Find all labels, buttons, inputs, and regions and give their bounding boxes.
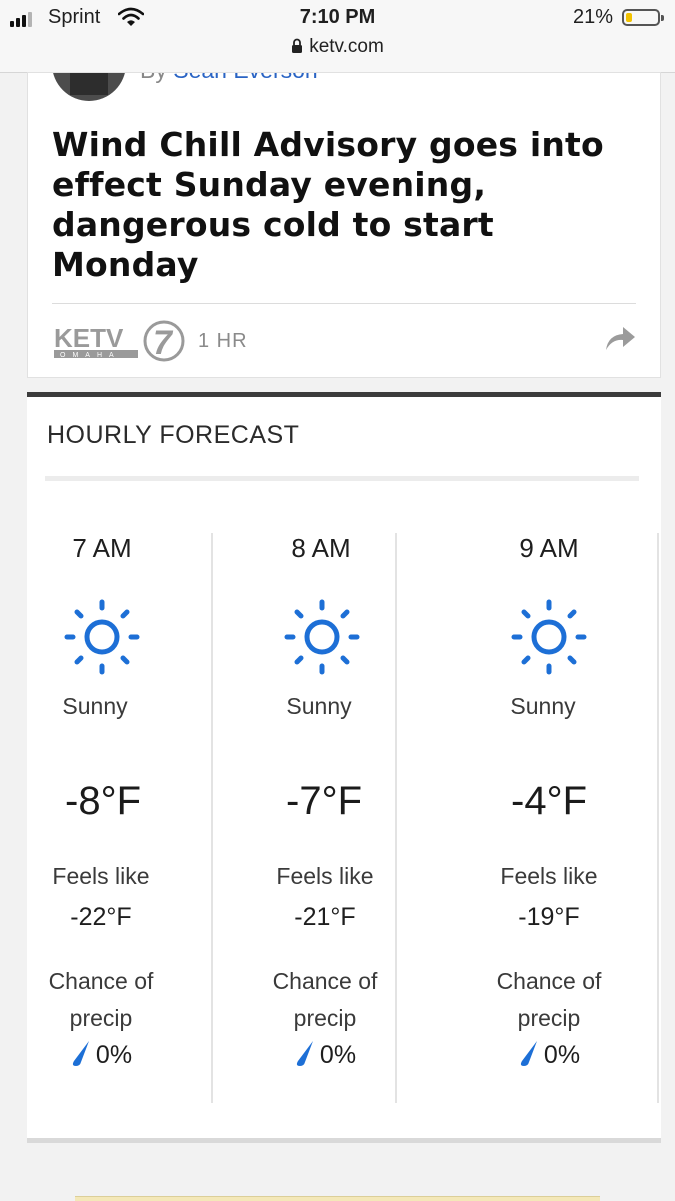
ketv-logo: KETV OMAHA 7 — [54, 320, 185, 362]
logo-number: 7 — [153, 324, 174, 362]
hour-time: 7 AM — [72, 533, 132, 563]
raindrop-icon — [520, 1041, 537, 1066]
precip-label-line1: Chance of — [496, 968, 602, 994]
article-card[interactable]: By Sean Everson Wind Chill Advisory goes… — [27, 72, 661, 378]
precip-percent: 0% — [95, 1041, 133, 1069]
hour-condition: Sunny — [286, 693, 352, 719]
byline-prefix: By — [140, 73, 167, 83]
sun-icon — [64, 599, 140, 675]
byline: By Sean Everson — [140, 73, 318, 84]
divider — [52, 303, 636, 304]
battery-icon — [622, 9, 664, 26]
precip-label: Chance of precip — [211, 963, 439, 1037]
precip-value: 0% — [27, 1039, 175, 1070]
precip-percent: 0% — [319, 1041, 357, 1069]
raindrop-icon — [296, 1041, 313, 1066]
hour-column: 8 AM Sunny -7°F Feels like -21°F Chance … — [211, 533, 397, 1103]
sun-icon — [284, 599, 360, 675]
logo-city: OMAHA — [60, 352, 121, 359]
precip-value: 0% — [435, 1039, 663, 1070]
hour-temperature: -8°F — [65, 779, 141, 823]
precip-label: Chance of precip — [27, 963, 175, 1037]
share-icon[interactable] — [603, 323, 637, 358]
ad-banner-edge[interactable] — [75, 1196, 600, 1201]
hour-condition: Sunny — [62, 693, 128, 719]
feels-like-value: -22°F — [70, 903, 132, 931]
precip-label-line2: precip — [517, 1005, 581, 1031]
hour-column: 9 AM Sunny -4°F Feels like -19°F Chance … — [435, 533, 659, 1103]
forecast-divider — [45, 476, 639, 481]
logo-text: KETV — [54, 323, 124, 353]
precip-label-line2: precip — [69, 1005, 133, 1031]
hour-temperature: -4°F — [511, 779, 587, 823]
feels-like-value: -19°F — [518, 903, 580, 931]
hour-temperature: -7°F — [286, 779, 362, 823]
feels-like-value: -21°F — [294, 903, 356, 931]
sun-icon — [511, 599, 587, 675]
hour-condition: Sunny — [510, 693, 576, 719]
hourly-forecast-panel: HOURLY FORECAST 7 AM Sunny -8°F Feels li… — [27, 392, 661, 1141]
hour-time: 8 AM — [291, 533, 351, 563]
url-text: ketv.com — [309, 36, 384, 57]
precip-label-line2: precip — [293, 1005, 357, 1031]
precip-label-line1: Chance of — [48, 968, 154, 994]
author-avatar — [52, 73, 126, 101]
hour-column: 7 AM Sunny -8°F Feels like -22°F Chance … — [27, 533, 213, 1103]
status-bar: Sprint 7:10 PM ketv.com 21% — [0, 0, 675, 73]
address-bar[interactable]: ketv.com — [0, 36, 675, 60]
feels-like-label: Feels like — [500, 863, 598, 889]
precip-percent: 0% — [543, 1041, 581, 1069]
hour-time: 9 AM — [519, 533, 579, 563]
precip-label-line1: Chance of — [272, 968, 378, 994]
article-headline[interactable]: Wind Chill Advisory goes into effect Sun… — [52, 125, 642, 285]
raindrop-icon — [72, 1041, 89, 1066]
battery-percent: 21% — [572, 6, 613, 28]
feels-like-label: Feels like — [276, 863, 374, 889]
precip-value: 0% — [211, 1039, 439, 1070]
section-divider — [27, 1138, 661, 1143]
lock-icon — [291, 38, 303, 60]
author-link[interactable]: Sean Everson — [173, 73, 317, 83]
article-age: 1 HR — [198, 330, 248, 352]
forecast-title: HOURLY FORECAST — [47, 421, 300, 449]
feels-like-label: Feels like — [52, 863, 150, 889]
precip-label: Chance of precip — [435, 963, 663, 1037]
